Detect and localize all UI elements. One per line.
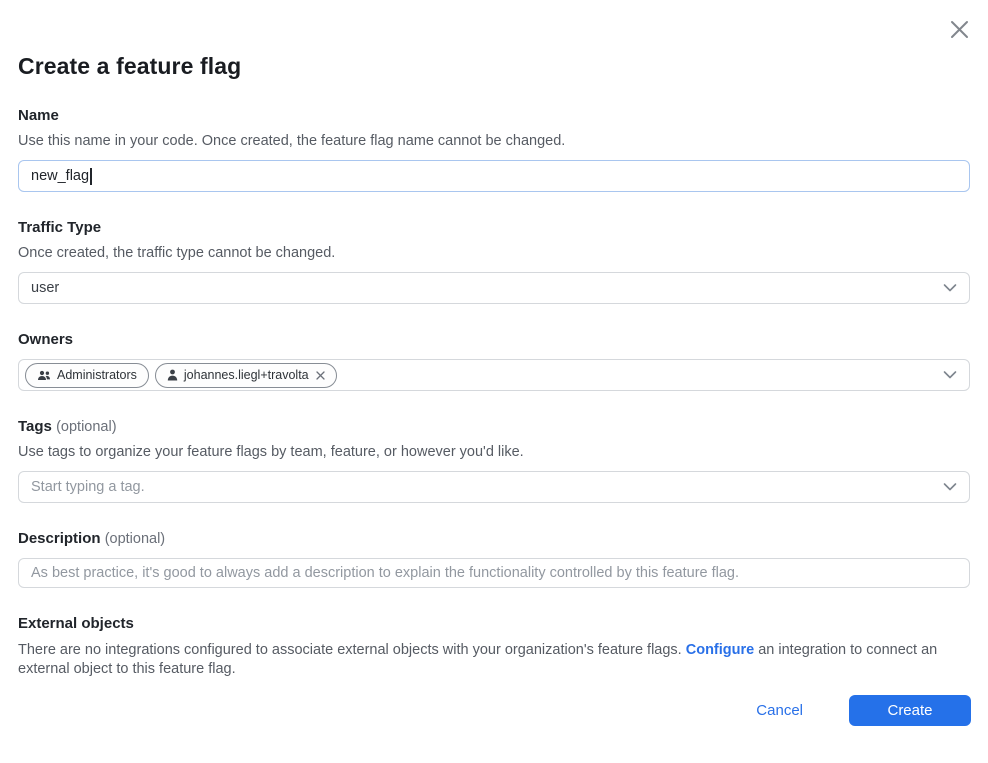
modal-footer: Cancel Create	[756, 695, 971, 726]
name-label: Name	[18, 107, 970, 125]
tags-label: Tags (optional)	[18, 418, 970, 436]
description-optional-label: (optional)	[105, 531, 165, 547]
traffic-type-label: Traffic Type	[18, 219, 970, 237]
description-section: Description (optional) As best practice,…	[18, 530, 970, 588]
configure-link[interactable]: Configure	[686, 642, 754, 658]
owners-label: Owners	[18, 331, 970, 349]
traffic-type-help: Once created, the traffic type cannot be…	[18, 244, 970, 262]
chevron-down-icon	[943, 284, 957, 293]
create-feature-flag-modal: Create a feature flag Name Use this name…	[0, 0, 988, 763]
external-objects-section: External objects There are no integratio…	[18, 615, 970, 678]
chevron-down-icon	[943, 483, 957, 492]
traffic-type-selected-value: user	[31, 280, 59, 296]
tags-optional-label: (optional)	[56, 419, 116, 435]
tags-section: Tags (optional) Use tags to organize you…	[18, 418, 970, 503]
close-icon	[950, 20, 969, 39]
external-objects-text-before: There are no integrations configured to …	[18, 642, 686, 658]
name-input-value: new_flag	[31, 168, 89, 184]
owners-section: Owners Administrators johannes.liegl+tr	[18, 331, 970, 391]
chevron-down-icon	[943, 371, 957, 380]
owner-chip-administrators[interactable]: Administrators	[25, 363, 149, 388]
close-button[interactable]	[947, 17, 971, 41]
group-icon	[37, 370, 51, 381]
owner-chip-user[interactable]: johannes.liegl+travolta	[155, 363, 337, 388]
remove-chip-icon[interactable]	[316, 371, 325, 380]
external-objects-label: External objects	[18, 615, 970, 633]
tags-placeholder: Start typing a tag.	[31, 479, 145, 495]
external-objects-text: There are no integrations configured to …	[18, 641, 970, 678]
name-help: Use this name in your code. Once created…	[18, 132, 970, 150]
cancel-button[interactable]: Cancel	[756, 702, 803, 719]
description-input[interactable]: As best practice, it's good to always ad…	[18, 558, 970, 588]
modal-title: Create a feature flag	[18, 0, 970, 80]
owners-multiselect[interactable]: Administrators johannes.liegl+travolta	[18, 359, 970, 391]
traffic-type-section: Traffic Type Once created, the traffic t…	[18, 219, 970, 304]
owner-chip-label: johannes.liegl+travolta	[184, 368, 309, 382]
person-icon	[167, 369, 178, 381]
tags-select[interactable]: Start typing a tag.	[18, 471, 970, 503]
tags-help: Use tags to organize your feature flags …	[18, 443, 970, 461]
name-section: Name Use this name in your code. Once cr…	[18, 107, 970, 192]
text-caret	[90, 168, 92, 185]
description-label: Description (optional)	[18, 530, 970, 548]
description-placeholder: As best practice, it's good to always ad…	[31, 565, 739, 581]
owner-chip-label: Administrators	[57, 368, 137, 382]
create-button[interactable]: Create	[849, 695, 971, 726]
name-input[interactable]: new_flag	[18, 160, 970, 192]
traffic-type-select[interactable]: user	[18, 272, 970, 304]
